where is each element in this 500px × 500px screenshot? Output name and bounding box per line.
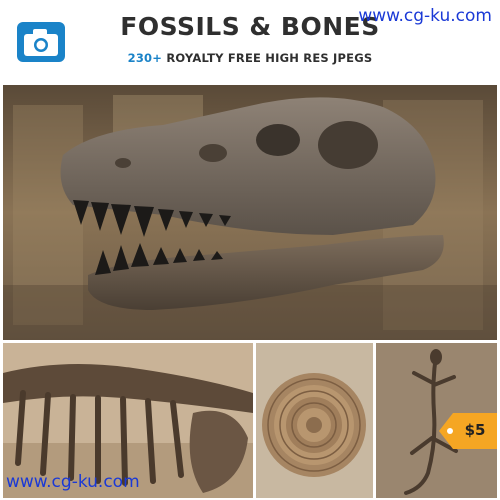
price-tag: $5 xyxy=(439,413,497,449)
page-subtitle: 230+ ROYALTY FREE HIGH RES JPEGS xyxy=(0,51,500,65)
header-banner: FOSSILS & BONES 230+ ROYALTY FREE HIGH R… xyxy=(0,0,500,82)
watermark-bottom: www.cg-ku.com xyxy=(6,472,140,492)
ammonite-image xyxy=(256,343,373,498)
subtitle-count: 230+ xyxy=(127,51,163,65)
price-label: $5 xyxy=(464,421,486,439)
subtitle-text: ROYALTY FREE HIGH RES JPEGS xyxy=(162,51,373,65)
watermark-top: www.cg-ku.com xyxy=(358,6,492,26)
t-rex-skull-image xyxy=(3,85,497,340)
